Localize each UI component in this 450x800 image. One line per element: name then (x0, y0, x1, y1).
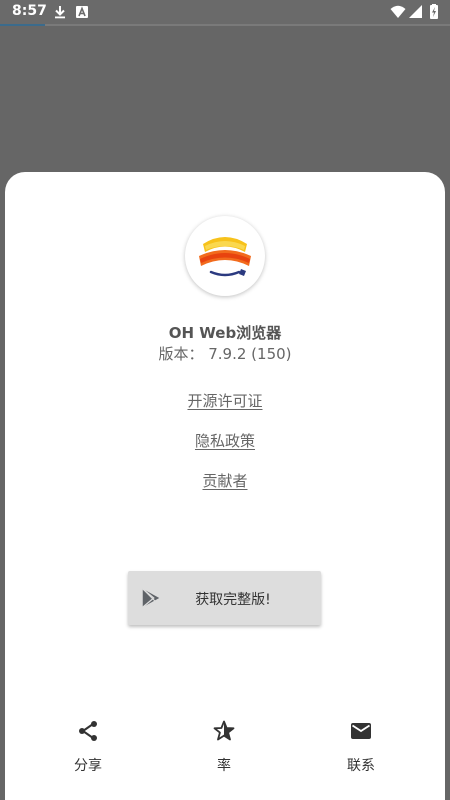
signal-icon (409, 5, 422, 18)
rate-action[interactable]: 率 (184, 717, 264, 777)
get-full-version-button[interactable]: 获取完整版! (128, 571, 321, 625)
star-icon (213, 720, 235, 741)
app-logo-graphic (199, 237, 251, 277)
share-icon (79, 721, 97, 741)
page-load-progress-fill (0, 24, 45, 26)
app-version: 版本： 7.9.2 (150) (158, 345, 292, 363)
share-label: 分享 (74, 758, 102, 774)
status-bar: 8:57 (0, 0, 450, 24)
status-time: 8:57 (12, 3, 47, 19)
page-load-progress (0, 24, 450, 26)
rate-label: 率 (217, 758, 231, 774)
privacy-policy-link[interactable]: 隐私政策 (5, 430, 445, 451)
contributors-link[interactable]: 贡献者 (5, 470, 445, 491)
mail-icon (351, 723, 371, 739)
download-icon (55, 6, 65, 19)
contact-action[interactable]: 联系 (321, 717, 401, 777)
app-name: OH Web浏览器 (168, 324, 282, 342)
get-full-version-label: 获取完整版! (195, 592, 271, 608)
battery-icon (430, 4, 438, 19)
app-logo (185, 216, 265, 296)
google-play-icon (142, 588, 160, 608)
share-action[interactable]: 分享 (48, 717, 128, 777)
about-sheet: OH Web浏览器 版本： 7.9.2 (150) 开源许可证 隐私政策 贡献者… (5, 172, 445, 800)
wifi-icon (390, 5, 406, 18)
contact-label: 联系 (347, 758, 375, 774)
open-source-licenses-link[interactable]: 开源许可证 (5, 390, 445, 411)
app-notification-icon (76, 6, 88, 18)
